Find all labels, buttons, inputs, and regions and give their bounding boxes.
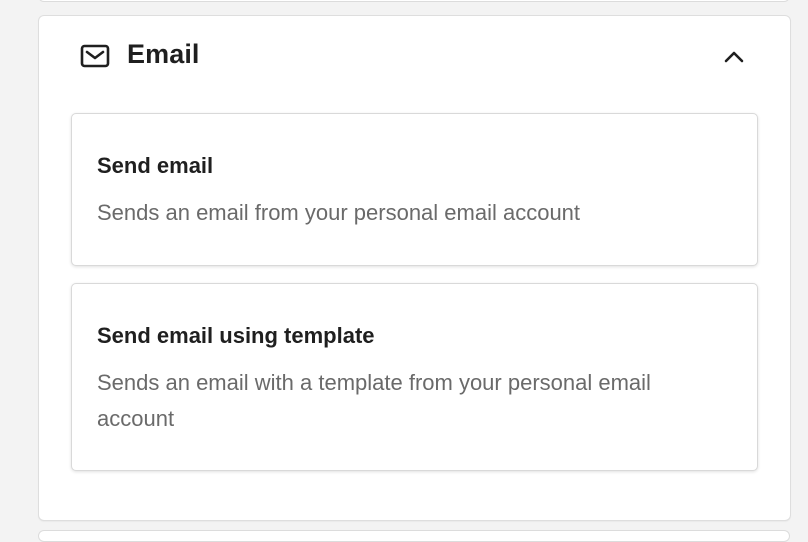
section-title: Email	[127, 39, 200, 69]
mail-icon	[80, 44, 110, 68]
card-description: Sends an email from your personal email …	[97, 200, 581, 225]
card-description: Sends an email with a template from your…	[97, 370, 651, 431]
send-email-card[interactable]: Send email Sends an email from your pers…	[71, 113, 758, 266]
card-title: Send email	[97, 153, 214, 178]
email-section-header[interactable]: Email	[39, 16, 790, 96]
email-section: Email Send email Sends an email from you…	[38, 15, 791, 521]
next-section-panel	[38, 530, 790, 542]
previous-section-panel	[38, 0, 790, 2]
send-email-template-card[interactable]: Send email using template Sends an email…	[71, 283, 758, 471]
card-title: Send email using template	[97, 323, 375, 348]
chevron-up-icon[interactable]	[719, 44, 749, 68]
